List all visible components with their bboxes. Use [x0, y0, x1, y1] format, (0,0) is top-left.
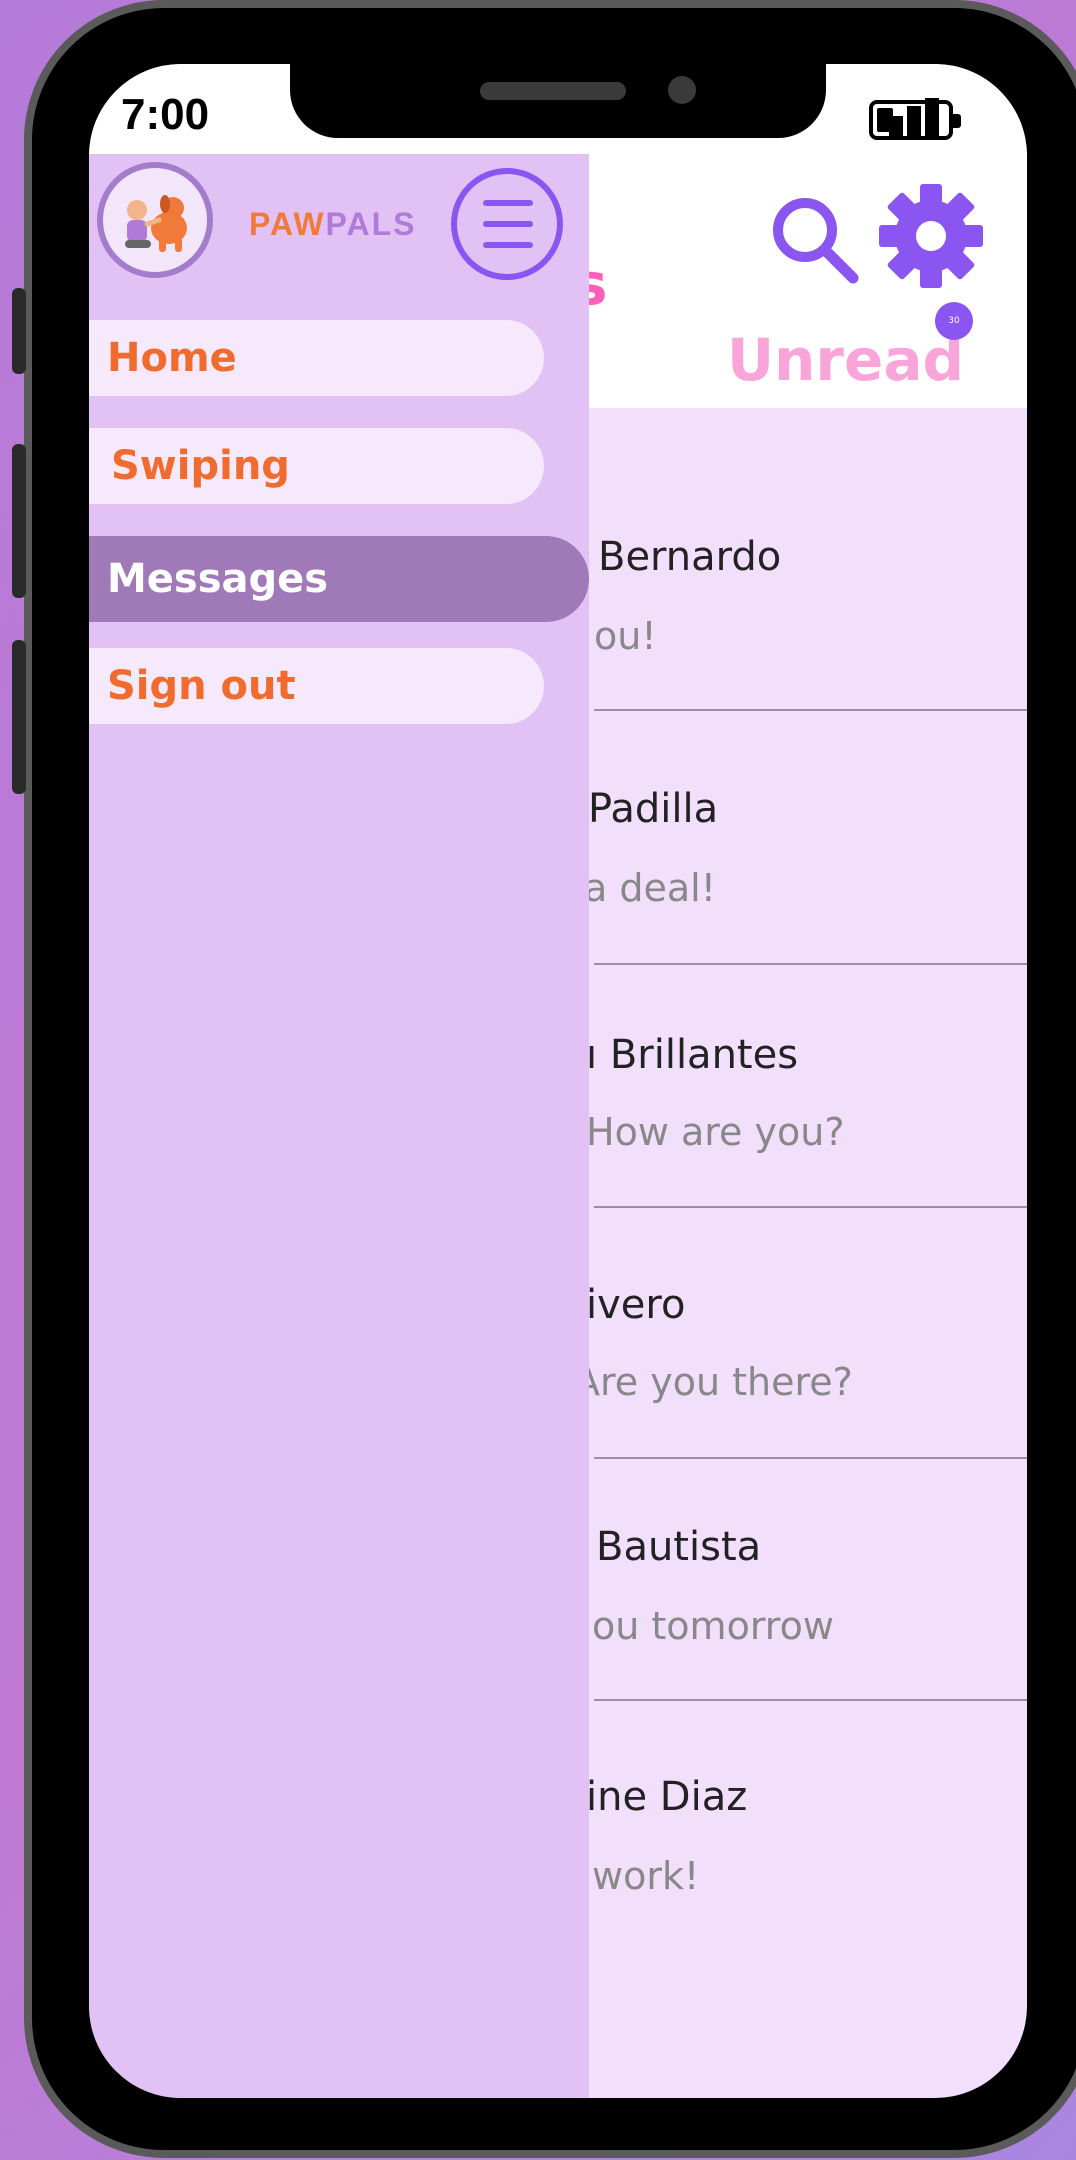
contact-name: ı Brillantes [586, 1032, 799, 1078]
message-preview: ou! [594, 614, 657, 658]
contact-name: Bernardo [598, 534, 782, 580]
message-preview: Are you there? [574, 1360, 853, 1404]
hamburger-menu-icon[interactable] [451, 168, 563, 280]
sidebar-item-home[interactable]: Home [89, 320, 544, 396]
contact-name: ivero [586, 1282, 686, 1328]
message-preview: work! [592, 1854, 700, 1898]
divider [594, 709, 1027, 711]
contact-name: ine Diaz [586, 1774, 748, 1820]
tab-unread[interactable]: Unread [727, 326, 964, 394]
contact-name: Bautista [596, 1524, 762, 1570]
divider [594, 963, 1027, 965]
brand-paw: PAW [249, 206, 326, 242]
divider [594, 1457, 1027, 1459]
message-preview: a deal! [584, 866, 716, 910]
divider [594, 1206, 1027, 1208]
brand-pals: PALS [325, 206, 417, 242]
dog-icon [125, 195, 187, 252]
search-icon[interactable] [769, 194, 861, 286]
message-preview: How are you? [586, 1110, 845, 1154]
pawpals-logo [97, 162, 213, 278]
phone-side-button [12, 288, 26, 374]
phone-screen: 7:00 s l Unread 30 [89, 64, 1027, 2098]
sidebar-item-sign-out[interactable]: Sign out [89, 648, 544, 724]
nav-drawer: PAWPALS Home Swiping Messages Sign out [89, 154, 589, 2098]
contact-name: Padilla [588, 786, 719, 832]
phone-camera [668, 76, 696, 104]
divider [594, 1699, 1027, 1701]
brand-name: PAWPALS [249, 206, 416, 243]
notification-badge: 30 [935, 302, 973, 340]
message-preview: ou tomorrow [592, 1604, 834, 1648]
phone-speaker [480, 82, 626, 100]
sidebar-item-swiping[interactable]: Swiping [89, 428, 544, 504]
phone-notch [290, 64, 826, 138]
phone-side-button [12, 444, 26, 598]
phone-side-button [12, 640, 26, 794]
gear-icon[interactable] [879, 184, 983, 288]
sidebar-item-messages[interactable]: Messages [89, 536, 589, 622]
status-time: 7:00 [121, 90, 210, 139]
